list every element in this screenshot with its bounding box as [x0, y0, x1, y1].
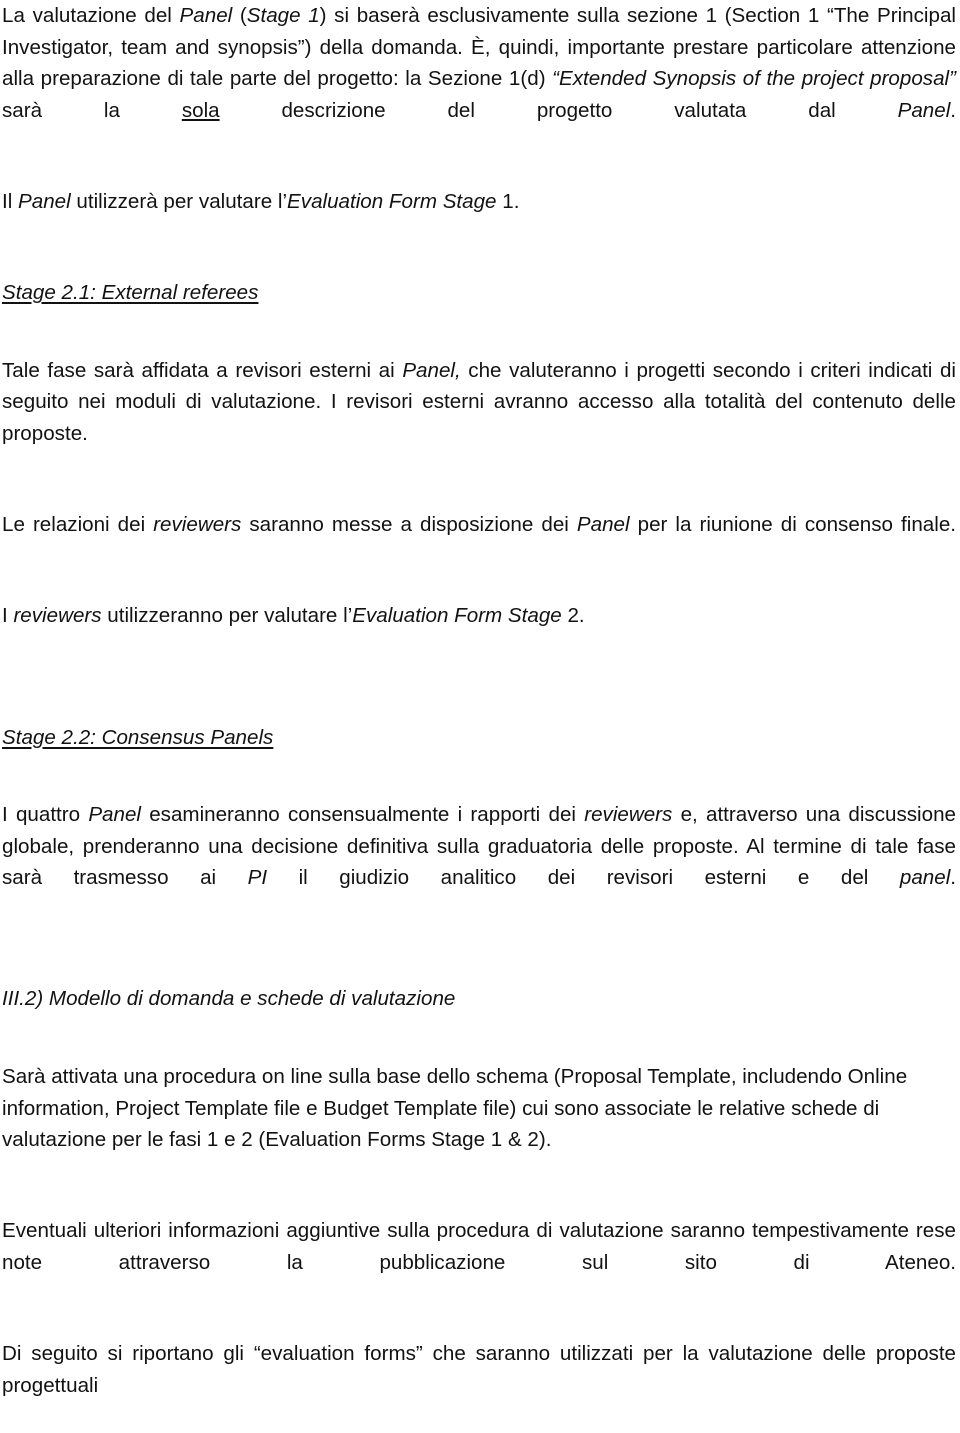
heading-row: Stage 2.2: Consensus Panels [2, 722, 956, 756]
emphasis-panel: panel [899, 866, 951, 890]
text-run: Sarà attivata una procedura on line sull… [2, 1065, 908, 1152]
text-run: sarà la [2, 98, 182, 122]
text-run: I quattro [2, 803, 89, 827]
emphasis-panel: Panel [576, 513, 630, 537]
paragraph-evaluation-form-stage1: Il Panel utilizzerà per valutare l’Evalu… [2, 186, 956, 249]
text-run: ( [232, 4, 247, 27]
text-run: 2. [561, 604, 585, 628]
text-run: descrizione del progetto valutata dal [219, 98, 898, 122]
emphasis-panel: Panel, [402, 358, 461, 382]
paragraph-evaluation-form-stage2: I reviewers utilizzeranno per valutare l… [2, 600, 956, 663]
paragraph-procedura-online: Sarà attivata una procedura on line sull… [2, 1061, 956, 1187]
text-run: esamineranno consensualmente i rapporti … [140, 803, 585, 827]
paragraph-consensus-panels: I quattro Panel esamineranno consensualm… [2, 799, 956, 925]
heading-stage-2-1: Stage 2.1: External referees [2, 281, 259, 305]
emphasis-pi: PI [247, 866, 268, 890]
text-run: 1. [496, 189, 520, 213]
heading-modello-domanda: III.2) Modello di domanda e schede di va… [2, 987, 456, 1011]
text-run: . [950, 866, 956, 890]
paragraph-panel-stage1: La valutazione del Panel (Stage 1) si ba… [2, 0, 956, 158]
emphasis-panel: Panel [179, 4, 233, 27]
emphasis-extended-synopsis: “Extended Synopsis of the project propos… [552, 67, 956, 91]
paragraph-evaluation-forms-intro: Di seguito si riportano gli “evaluation … [2, 1338, 956, 1433]
emphasis-stage1: Stage 1 [246, 4, 320, 27]
emphasis-reviewers: reviewers [584, 803, 673, 827]
emphasis-reviewers: reviewers [153, 513, 242, 537]
emphasis-evaluation-form-stage: Evaluation Form Stage [352, 604, 562, 628]
text-run: La valutazione del [2, 4, 180, 27]
text-run: Le relazioni dei [2, 513, 154, 537]
text-run: . [950, 98, 956, 122]
text-run: I [2, 604, 14, 628]
emphasis-evaluation-form-stage: Evaluation Form Stage [287, 189, 497, 213]
text-run: Tale fase sarà affidata a revisori ester… [2, 358, 403, 382]
heading-stage-2-2: Stage 2.2: Consensus Panels [2, 725, 274, 749]
emphasis-panel: Panel [18, 189, 71, 213]
text-run: Di seguito si riportano gli “evaluation … [2, 1342, 956, 1397]
document-page: La valutazione del Panel (Stage 1) si ba… [0, 0, 960, 1397]
text-run: Eventuali ulteriori informazioni aggiunt… [2, 1219, 956, 1275]
paragraph-external-referees: Tale fase sarà affidata a revisori ester… [2, 355, 956, 481]
paragraph-reviewer-reports: Le relazioni dei reviewers saranno messe… [2, 509, 956, 572]
text-run: il giudizio analitico dei revisori ester… [267, 866, 900, 890]
heading-row: Stage 2.1: External referees [2, 277, 956, 311]
emphasis-panel: Panel [88, 803, 141, 827]
heading-row: III.2) Modello di domanda e schede di va… [2, 983, 956, 1017]
paragraph-informazioni-aggiuntive: Eventuali ulteriori informazioni aggiunt… [2, 1215, 956, 1310]
text-run: utilizzerà per valutare l’ [70, 189, 288, 213]
emphasis-reviewers: reviewers [13, 604, 102, 628]
text-run: Il [2, 189, 19, 213]
text-run: per la riunione di consenso finale. [629, 513, 957, 537]
text-run: saranno messe a disposizione dei [241, 513, 577, 537]
emphasis-panel: Panel [897, 98, 951, 122]
underline-sola: sola [181, 98, 220, 122]
text-run: utilizzeranno per valutare l’ [101, 604, 353, 628]
